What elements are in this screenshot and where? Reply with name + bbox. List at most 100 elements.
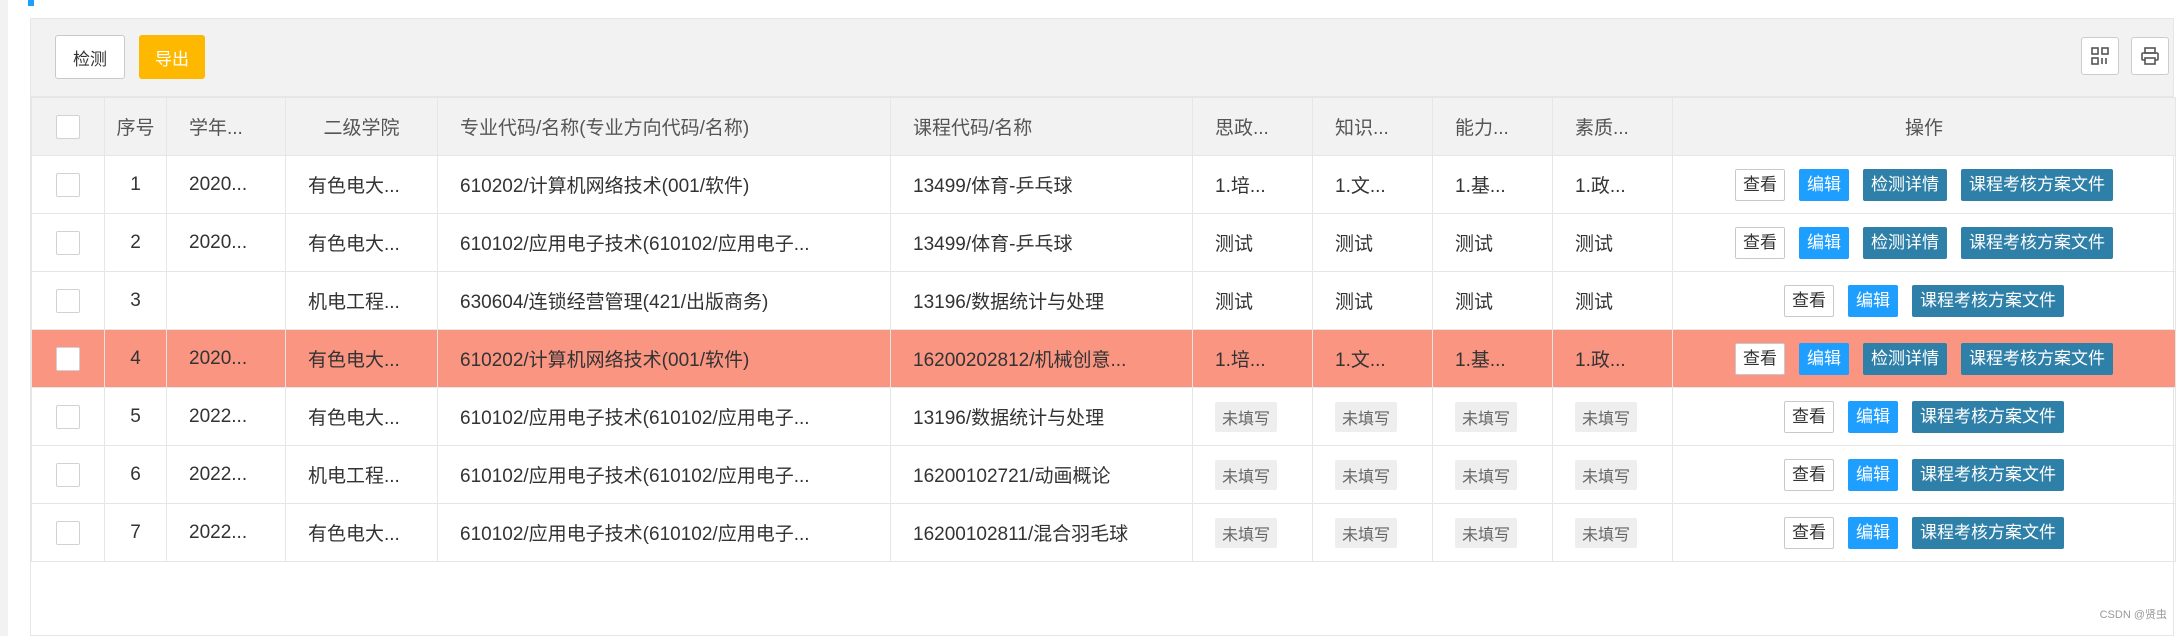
cell-operations: 查看 编辑 检测详情 课程考核方案文件 xyxy=(1672,329,2176,388)
header-select-all[interactable] xyxy=(31,97,105,156)
table-toolbar: 检测 导出 xyxy=(31,19,2173,97)
cell-index: 1 xyxy=(104,155,167,214)
view-button[interactable]: 查看 xyxy=(1735,168,1785,201)
detect-detail-button[interactable]: 检测详情 xyxy=(1863,342,1947,375)
edit-button[interactable]: 编辑 xyxy=(1848,516,1898,549)
assessment-file-button[interactable]: 课程考核方案文件 xyxy=(1961,168,2113,201)
cell-major: 610102/应用电子技术(610102/应用电子... xyxy=(437,503,891,562)
edit-button[interactable]: 编辑 xyxy=(1799,168,1849,201)
row-select-cell[interactable] xyxy=(31,271,105,330)
columns-filter-icon[interactable] xyxy=(2081,37,2119,75)
cell-index: 5 xyxy=(104,387,167,446)
ideology-value: 1.培... xyxy=(1215,176,1266,197)
row-select-cell[interactable] xyxy=(31,213,105,272)
header-quality: 素质... xyxy=(1552,97,1673,156)
cell-operations: 查看 编辑 课程考核方案文件 xyxy=(1672,503,2176,562)
table-row[interactable]: 5 2022... 有色电大... 610102/应用电子技术(610102/应用电子… xyxy=(31,387,2176,446)
row-checkbox[interactable] xyxy=(56,172,80,197)
cell-year: 2020... xyxy=(166,329,286,388)
table-row[interactable]: 4 2020... 有色电大... 610202/计算机网络技术(001/软件) 162… xyxy=(31,329,2176,388)
view-button[interactable]: 查看 xyxy=(1735,226,1785,259)
cell-year: 2022... xyxy=(166,503,286,562)
quality-value: 1.政... xyxy=(1575,350,1626,371)
assessment-file-button[interactable]: 课程考核方案文件 xyxy=(1912,284,2064,317)
assessment-file-button[interactable]: 课程考核方案文件 xyxy=(1961,226,2113,259)
cell-course: 13499/体育-乒乓球 xyxy=(890,213,1193,272)
unfilled-badge: 未填写 xyxy=(1215,459,1278,490)
detect-button[interactable]: 检测 xyxy=(55,35,125,79)
cell-major: 610102/应用电子技术(610102/应用电子... xyxy=(437,387,891,446)
view-button[interactable]: 查看 xyxy=(1784,516,1834,549)
row-select-cell[interactable] xyxy=(31,503,105,562)
cell-ideology: 未填写 xyxy=(1192,503,1313,562)
header-ideology: 思政... xyxy=(1192,97,1313,156)
header-knowledge: 知识... xyxy=(1312,97,1433,156)
data-table: 序号 学年... 二级学院 专业代码/名称(专业方向代码/名称) 课程代码/名称… xyxy=(31,97,2176,562)
cell-ideology: 未填写 xyxy=(1192,387,1313,446)
cell-ideology: 1.培... xyxy=(1192,329,1313,388)
row-checkbox[interactable] xyxy=(56,462,80,487)
view-button[interactable]: 查看 xyxy=(1784,400,1834,433)
assessment-file-button[interactable]: 课程考核方案文件 xyxy=(1912,516,2064,549)
cell-ideology: 测试 xyxy=(1192,271,1313,330)
cell-course: 16200202812/机械创意... xyxy=(890,329,1193,388)
cell-college: 机电工程... xyxy=(285,271,438,330)
header-operations: 操作 xyxy=(1672,97,2176,156)
table-header-row: 序号 学年... 二级学院 专业代码/名称(专业方向代码/名称) 课程代码/名称… xyxy=(31,97,2176,156)
row-checkbox[interactable] xyxy=(56,288,80,313)
cell-course: 13196/数据统计与处理 xyxy=(890,387,1193,446)
detect-detail-button[interactable]: 检测详情 xyxy=(1863,168,1947,201)
table-row[interactable]: 2 2020... 有色电大... 610102/应用电子技术(610102/应用电子… xyxy=(31,213,2176,272)
cell-operations: 查看 编辑 课程考核方案文件 xyxy=(1672,271,2176,330)
cell-course: 13196/数据统计与处理 xyxy=(890,271,1193,330)
cell-ability: 未填写 xyxy=(1432,445,1553,504)
edit-button[interactable]: 编辑 xyxy=(1848,458,1898,491)
cell-quality: 测试 xyxy=(1552,271,1673,330)
row-select-cell[interactable] xyxy=(31,445,105,504)
edit-button[interactable]: 编辑 xyxy=(1799,342,1849,375)
cell-major: 610102/应用电子技术(610102/应用电子... xyxy=(437,213,891,272)
table-row[interactable]: 7 2022... 有色电大... 610102/应用电子技术(610102/应用电子… xyxy=(31,503,2176,562)
edit-button[interactable]: 编辑 xyxy=(1848,400,1898,433)
select-all-checkbox[interactable] xyxy=(56,114,80,139)
assessment-file-button[interactable]: 课程考核方案文件 xyxy=(1912,400,2064,433)
table-row[interactable]: 3 机电工程... 630604/连锁经营管理(421/出版商务) 13196/数据统… xyxy=(31,271,2176,330)
unfilled-badge: 未填写 xyxy=(1215,401,1278,432)
printer-icon xyxy=(2141,47,2159,65)
row-checkbox[interactable] xyxy=(56,404,80,429)
row-checkbox[interactable] xyxy=(56,346,80,371)
assessment-file-button[interactable]: 课程考核方案文件 xyxy=(1961,342,2113,375)
export-button[interactable]: 导出 xyxy=(139,35,205,79)
cell-course: 16200102811/混合羽毛球 xyxy=(890,503,1193,562)
unfilled-badge: 未填写 xyxy=(1575,401,1638,432)
table-row[interactable]: 6 2022... 机电工程... 610102/应用电子技术(610102/应用电子… xyxy=(31,445,2176,504)
cell-major: 630604/连锁经营管理(421/出版商务) xyxy=(437,271,891,330)
cell-knowledge: 测试 xyxy=(1312,213,1433,272)
cell-major: 610102/应用电子技术(610102/应用电子... xyxy=(437,445,891,504)
row-select-cell[interactable] xyxy=(31,387,105,446)
header-year: 学年... xyxy=(166,97,286,156)
ability-value: 测试 xyxy=(1455,234,1494,255)
table-row[interactable]: 1 2020... 有色电大... 610202/计算机网络技术(001/软件) 134… xyxy=(31,155,2176,214)
row-checkbox[interactable] xyxy=(56,520,80,545)
row-select-cell[interactable] xyxy=(31,329,105,388)
header-course: 课程代码/名称 xyxy=(890,97,1193,156)
view-button[interactable]: 查看 xyxy=(1735,342,1785,375)
cell-quality: 测试 xyxy=(1552,213,1673,272)
assessment-file-button[interactable]: 课程考核方案文件 xyxy=(1912,458,2064,491)
watermark: CSDN @贤虫 xyxy=(2099,609,2167,621)
edit-button[interactable]: 编辑 xyxy=(1848,284,1898,317)
cell-college: 有色电大... xyxy=(285,387,438,446)
detect-detail-button[interactable]: 检测详情 xyxy=(1863,226,1947,259)
cell-index: 4 xyxy=(104,329,167,388)
view-button[interactable]: 查看 xyxy=(1784,458,1834,491)
view-button[interactable]: 查看 xyxy=(1784,284,1834,317)
cell-college: 有色电大... xyxy=(285,213,438,272)
print-icon[interactable] xyxy=(2131,37,2169,75)
cell-operations: 查看 编辑 课程考核方案文件 xyxy=(1672,445,2176,504)
row-checkbox[interactable] xyxy=(56,230,80,255)
cell-quality: 1.政... xyxy=(1552,155,1673,214)
cell-index: 3 xyxy=(104,271,167,330)
row-select-cell[interactable] xyxy=(31,155,105,214)
edit-button[interactable]: 编辑 xyxy=(1799,226,1849,259)
